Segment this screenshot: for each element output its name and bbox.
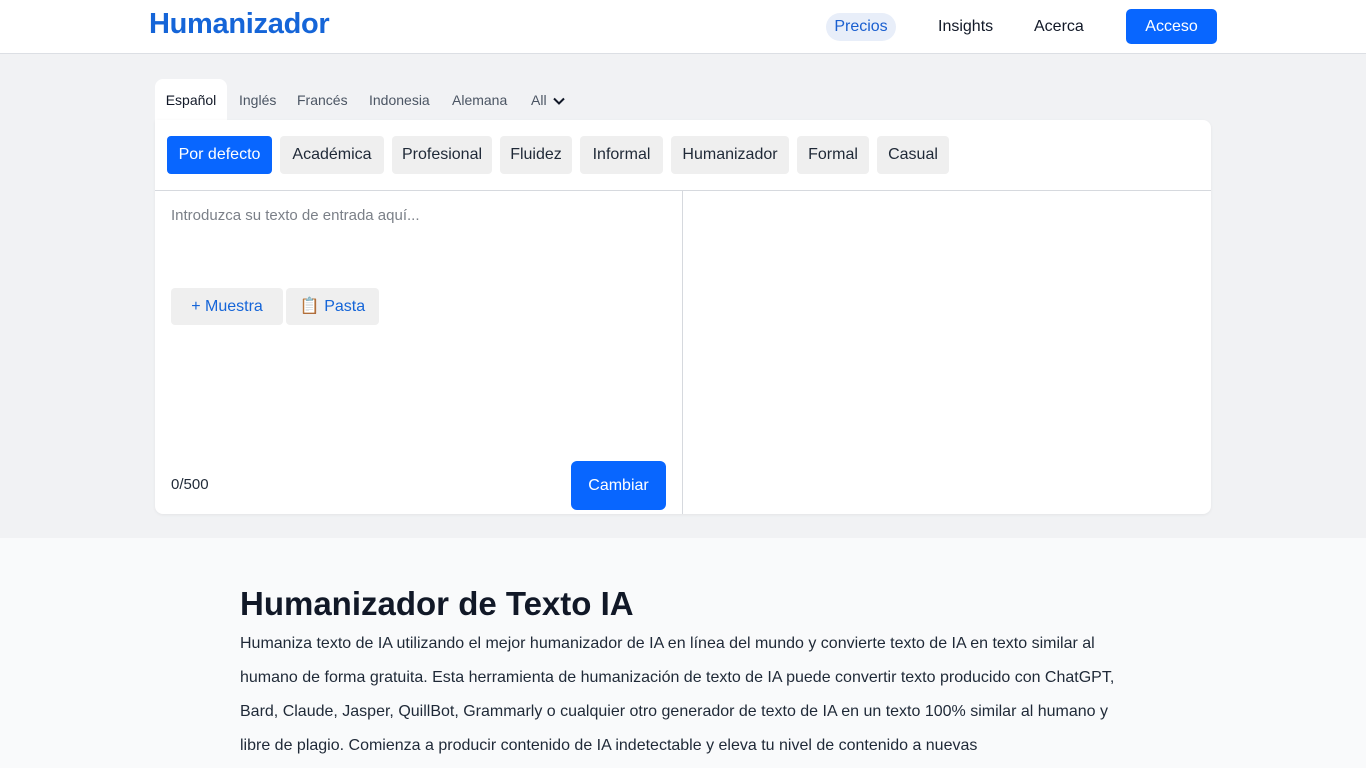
top-header: Humanizador Precios Insights Acerca Acce… — [0, 0, 1366, 54]
article-body: Humaniza texto de IA utilizando el mejor… — [240, 635, 1115, 754]
mode-academic-button[interactable]: Académica — [280, 136, 384, 174]
language-tab-french[interactable]: Francés — [297, 79, 348, 121]
sample-button[interactable]: + Muestra — [171, 288, 283, 325]
chevron-down-icon — [552, 79, 565, 121]
mode-informal-button[interactable]: Informal — [580, 136, 663, 174]
mode-professional-button[interactable]: Profesional — [392, 136, 492, 174]
site-logo[interactable]: Humanizador — [149, 8, 330, 41]
language-tab-english[interactable]: Inglés — [239, 79, 276, 121]
language-tab-german[interactable]: Alemana — [452, 79, 507, 121]
card-divider-horizontal — [155, 190, 1211, 191]
character-counter: 0/500 — [171, 476, 209, 493]
card-divider-vertical — [682, 191, 683, 514]
paste-button[interactable]: 📋 Pasta — [286, 288, 379, 325]
change-button[interactable]: Cambiar — [571, 461, 666, 510]
text-input-area[interactable]: Introduzca su texto de entrada aquí... — [171, 207, 420, 224]
article-title: Humanizador de Texto IA — [240, 585, 634, 622]
language-all-dropdown[interactable]: All — [531, 79, 565, 121]
nav-pricing-link[interactable]: Precios — [826, 13, 896, 41]
nav-about-link[interactable]: Acerca — [1034, 13, 1084, 41]
language-tab-indonesian[interactable]: Indonesia — [369, 79, 430, 121]
nav-insights-link[interactable]: Insights — [938, 13, 993, 41]
language-all-label: All — [531, 92, 547, 108]
mode-casual-button[interactable]: Casual — [877, 136, 949, 174]
mode-default-button[interactable]: Por defecto — [167, 136, 272, 174]
mode-fluency-button[interactable]: Fluidez — [500, 136, 572, 174]
language-tab-spanish[interactable]: Español — [155, 79, 227, 121]
mode-formal-button[interactable]: Formal — [797, 136, 869, 174]
login-button[interactable]: Acceso — [1126, 9, 1217, 44]
mode-humanizer-button[interactable]: Humanizador — [671, 136, 789, 174]
